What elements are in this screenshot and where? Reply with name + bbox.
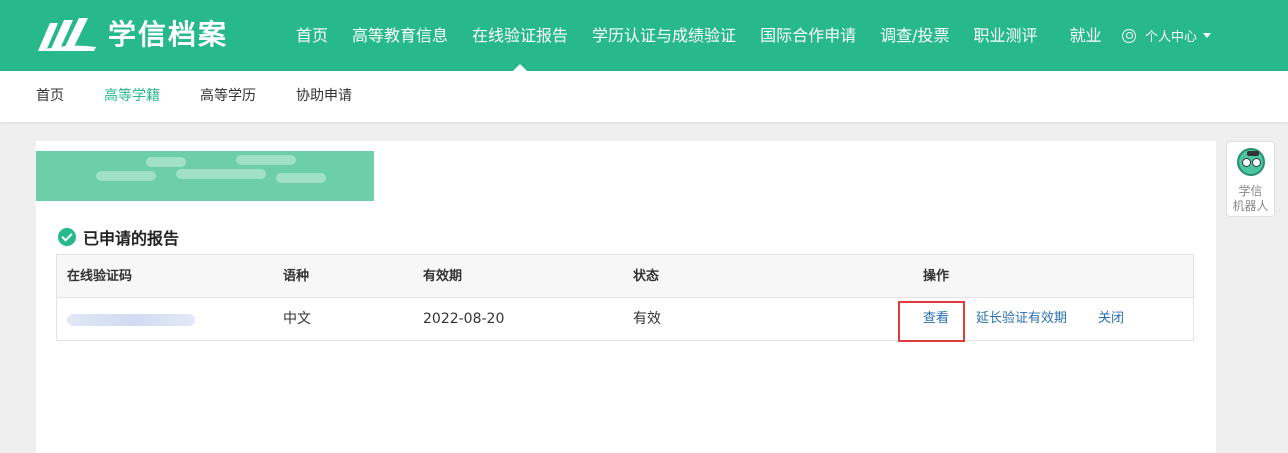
- sub-nav: 首页 高等学籍 高等学历 协助申请: [0, 71, 1288, 122]
- robot-label-line2: 机器人: [1232, 199, 1269, 213]
- user-center-menu[interactable]: 个人中心: [1122, 0, 1212, 71]
- verification-code-redacted: [67, 314, 195, 326]
- close-report-link[interactable]: 关闭: [1098, 298, 1124, 340]
- extend-validity-link[interactable]: 延长验证有效期: [976, 298, 1067, 340]
- table-header: 在线验证码 语种 有效期 状态 操作: [57, 255, 1193, 298]
- header-expiry: 有效期: [423, 269, 463, 284]
- cell-expiry: 2022-08-20: [423, 311, 505, 327]
- section-title: 已申请的报告: [58, 225, 179, 249]
- header-actions: 操作: [923, 269, 950, 284]
- cell-status: 有效: [633, 311, 661, 327]
- caret-down-icon: [1203, 33, 1212, 38]
- user-center-label: 个人中心: [1145, 30, 1198, 45]
- subnav-assist-application[interactable]: 协助申请: [296, 71, 352, 122]
- cell-language: 中文: [283, 311, 311, 327]
- table-row: 中文 2022-08-20 有效 查看 延长验证有效期 关闭: [57, 298, 1193, 342]
- nav-employment[interactable]: 就业: [1058, 0, 1114, 71]
- robot-label-line1: 学信: [1238, 184, 1263, 198]
- robot-owl-icon: [1237, 148, 1265, 176]
- header-status: 状态: [633, 269, 660, 284]
- header-language: 语种: [283, 269, 310, 284]
- subnav-higher-enrollment[interactable]: 高等学籍: [104, 71, 160, 122]
- nav-higher-education-info[interactable]: 高等教育信息: [340, 0, 460, 71]
- nav-career-assessment[interactable]: 职业测评: [961, 0, 1049, 71]
- report-card: 已申请的报告 在线验证码 语种 有效期 状态 操作 中文 2022-08-20 …: [36, 141, 1216, 453]
- section-title-text: 已申请的报告: [83, 229, 180, 248]
- subnav-higher-degree[interactable]: 高等学历: [200, 71, 256, 122]
- highlight-box: [898, 301, 965, 342]
- main-nav: 首页 高等教育信息 在线验证报告 学历认证与成绩验证 国际合作申请 调查/投票 …: [284, 0, 1114, 71]
- top-header: 学信档案 首页 高等教育信息 在线验证报告 学历认证与成绩验证 国际合作申请 调…: [0, 0, 1288, 71]
- logo[interactable]: 学信档案: [36, 13, 228, 57]
- logo-text: 学信档案: [108, 18, 229, 51]
- header-verification-code: 在线验证码: [67, 269, 133, 284]
- nav-international-cooperation[interactable]: 国际合作申请: [748, 0, 868, 71]
- check-circle-icon: [58, 228, 76, 246]
- subnav-home[interactable]: 首页: [36, 71, 64, 122]
- nav-home[interactable]: 首页: [284, 0, 340, 71]
- nav-degree-certification[interactable]: 学历认证与成绩验证: [580, 0, 748, 71]
- user-icon: [1122, 28, 1136, 43]
- nav-survey-vote[interactable]: 调查/投票: [868, 0, 961, 71]
- reports-table: 在线验证码 语种 有效期 状态 操作 中文 2022-08-20 有效 查看 延…: [56, 254, 1194, 342]
- user-info-banner-redacted: [36, 151, 374, 201]
- book-logo-icon: [38, 18, 96, 51]
- nav-online-verification-report[interactable]: 在线验证报告: [460, 0, 580, 71]
- assistant-robot-widget[interactable]: 学信 机器人: [1226, 141, 1275, 217]
